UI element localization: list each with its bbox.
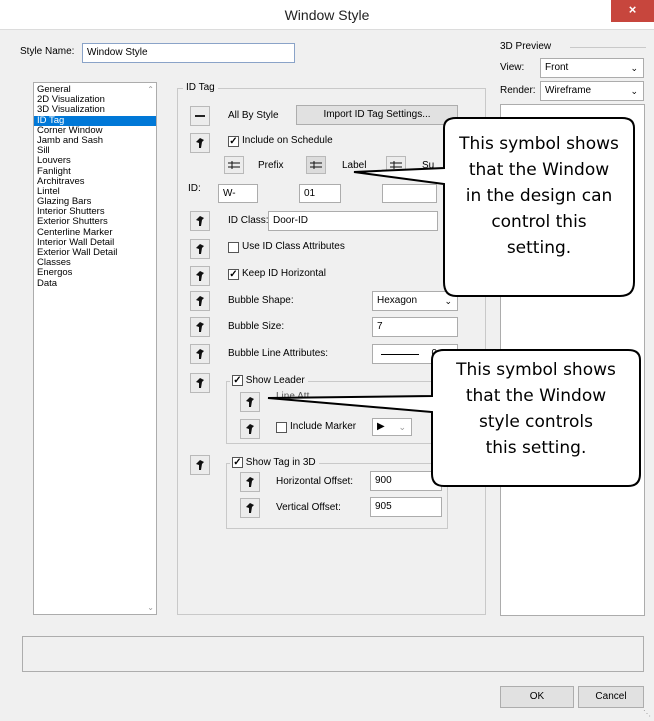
callout-top-line: This symbol shows	[459, 134, 619, 154]
callout-bottom-line: this setting.	[485, 438, 587, 458]
cancel-button[interactable]: Cancel	[578, 686, 644, 708]
callout-bottom-line: style controls	[479, 412, 593, 432]
callout-bottom-line: This symbol shows	[456, 360, 616, 380]
callout-top-text: This symbol shows that the Window in the…	[444, 131, 634, 261]
callout-top-line: setting.	[506, 238, 572, 258]
callout-bottom-text: This symbol shows that the Window style …	[432, 357, 640, 461]
callout-top-line: in the design can	[465, 186, 613, 206]
resize-grip-icon[interactable]: ⋱	[643, 709, 651, 718]
callout-top-line: that the Window	[468, 160, 610, 180]
ok-button[interactable]: OK	[500, 686, 574, 708]
callout-top-line: control this	[491, 212, 587, 232]
description-area	[22, 636, 644, 672]
callout-bottom-line: that the Window	[465, 386, 607, 406]
